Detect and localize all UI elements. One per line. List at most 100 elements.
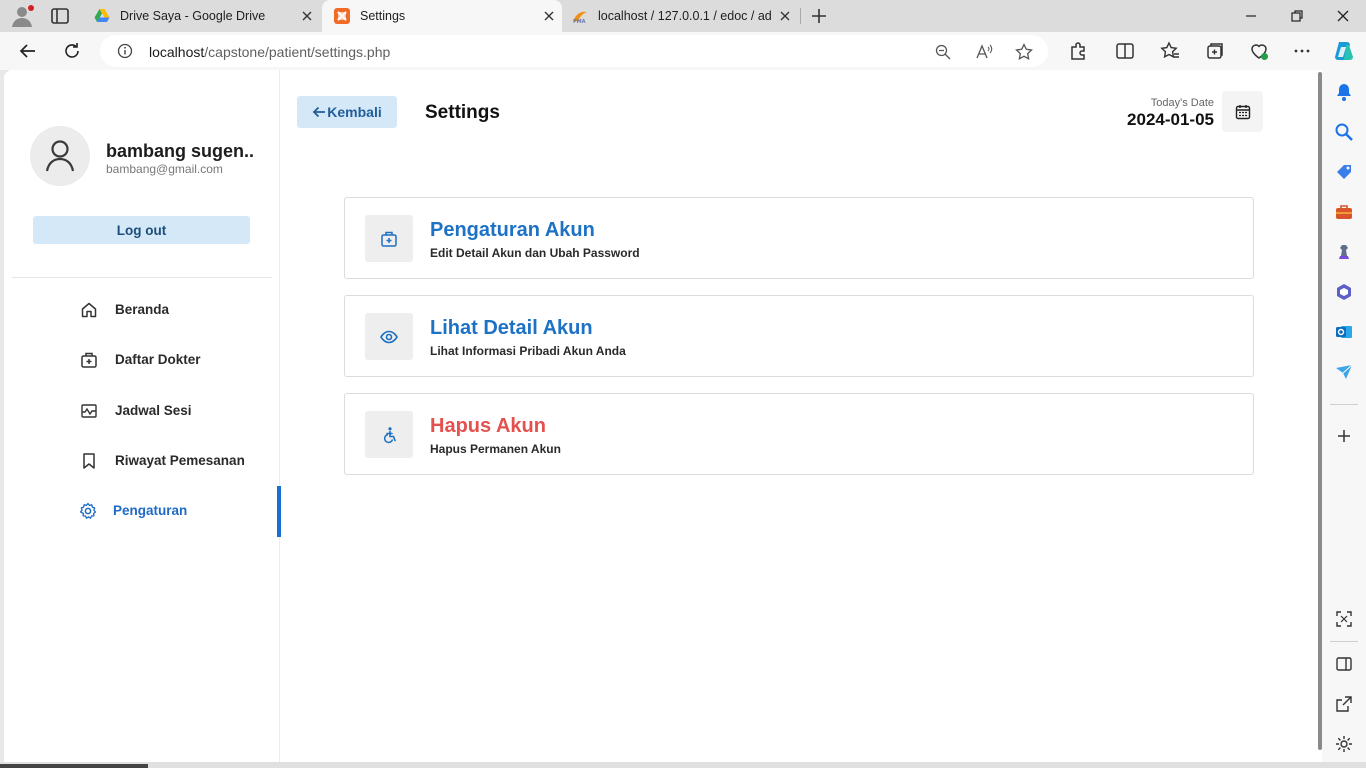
card-pengaturan-akun[interactable]: Pengaturan Akun Edit Detail Akun dan Uba… <box>344 197 1254 279</box>
menu-item-daftar-dokter[interactable]: Daftar Dokter <box>4 338 280 382</box>
copilot-icon[interactable] <box>1332 39 1356 63</box>
tab-title: Drive Saya - Google Drive <box>120 9 266 23</box>
site-info-icon[interactable] <box>117 43 133 59</box>
refresh-icon[interactable] <box>61 40 83 62</box>
taskbar-edge <box>0 764 148 768</box>
avatar <box>30 126 90 186</box>
accessibility-icon <box>383 426 396 443</box>
settings-gear-icon[interactable] <box>1334 734 1354 754</box>
sidebar-toggle-icon[interactable] <box>1334 654 1354 674</box>
calendar-icon <box>1235 104 1250 119</box>
medical-bag-icon <box>81 352 97 368</box>
user-name: bambang sugen.. <box>106 141 255 161</box>
back-arrow-icon[interactable] <box>17 40 39 62</box>
tab-settings[interactable]: Settings <box>322 0 562 32</box>
extensions-icon[interactable] <box>1067 40 1089 62</box>
bookmark-icon <box>83 453 95 469</box>
card-subtitle: Hapus Permanen Akun <box>430 442 561 456</box>
address-bar[interactable]: localhost/capstone/patient/settings.php <box>100 35 1048 67</box>
schedule-icon <box>81 404 97 418</box>
page-scrollbar-thumb[interactable] <box>1318 72 1322 750</box>
browser-tab-strip: Drive Saya - Google Drive Settings PMA l… <box>0 0 1366 32</box>
home-icon <box>81 302 97 318</box>
tools-briefcase-icon[interactable] <box>1334 202 1354 222</box>
svg-text:PMA: PMA <box>573 19 586 24</box>
close-window-icon[interactable] <box>1333 6 1353 26</box>
menu-item-label: Riwayat Pemesanan <box>115 453 245 468</box>
menu-divider <box>12 277 272 278</box>
sidebar-separator <box>1330 641 1358 642</box>
notification-bell-icon[interactable] <box>1334 82 1354 102</box>
arrow-left-icon <box>312 106 326 118</box>
sidebar-separator <box>1330 404 1358 405</box>
google-drive-icon <box>94 9 110 22</box>
menu-item-riwayat-pemesanan[interactable]: Riwayat Pemesanan <box>4 439 280 483</box>
side-menu: bambang sugen.. bambang@gmail.com Log ou… <box>4 70 281 762</box>
restore-icon[interactable] <box>1287 6 1307 26</box>
card-title: Lihat Detail Akun <box>430 317 593 339</box>
tab-actions-icon[interactable] <box>50 7 70 25</box>
user-icon <box>45 140 75 172</box>
card-lihat-detail-akun[interactable]: Lihat Detail Akun Lihat Informasi Pribad… <box>344 295 1254 377</box>
add-icon[interactable] <box>1334 426 1354 446</box>
read-aloud-icon[interactable] <box>975 43 993 61</box>
favorite-star-icon[interactable] <box>1015 43 1033 61</box>
games-chess-icon[interactable] <box>1334 242 1354 262</box>
card-icon-box <box>365 411 413 458</box>
logout-button[interactable]: Log out <box>33 216 250 244</box>
back-label: Kembali <box>327 104 382 120</box>
calendar-button[interactable] <box>1222 91 1263 132</box>
card-subtitle: Edit Detail Akun dan Ubah Password <box>430 246 640 260</box>
window-bottom-edge <box>0 762 1366 768</box>
new-tab-icon[interactable] <box>809 6 829 26</box>
send-plane-icon[interactable] <box>1334 362 1354 382</box>
card-subtitle: Lihat Informasi Pribadi Akun Anda <box>430 344 626 358</box>
browser-essentials-icon[interactable] <box>1248 40 1270 62</box>
more-options-icon[interactable] <box>1291 40 1313 62</box>
date-label: Today's Date <box>1150 97 1214 109</box>
collections-icon[interactable] <box>1204 40 1226 62</box>
profile-notification-dot <box>28 5 34 11</box>
menu-item-label: Beranda <box>115 302 170 317</box>
microsoft-365-icon[interactable] <box>1334 282 1354 302</box>
card-icon-box <box>365 313 413 360</box>
card-title: Pengaturan Akun <box>430 219 595 241</box>
search-icon[interactable] <box>1334 122 1354 142</box>
phpmyadmin-icon: PMA <box>573 11 587 24</box>
tab-google-drive[interactable]: Drive Saya - Google Drive <box>84 0 320 32</box>
tab-phpmyadmin[interactable]: PMA localhost / 127.0.0.1 / edoc / adr <box>564 0 798 32</box>
card-hapus-akun[interactable]: Hapus Akun Hapus Permanen Akun <box>344 393 1254 475</box>
web-page: bambang sugen.. bambang@gmail.com Log ou… <box>4 70 1318 762</box>
user-email: bambang@gmail.com <box>106 162 223 176</box>
tab-separator <box>800 8 801 24</box>
outlook-icon[interactable] <box>1334 322 1354 342</box>
screenshot-icon[interactable] <box>1334 609 1354 629</box>
menu-item-pengaturan[interactable]: Pengaturan <box>4 486 281 537</box>
split-screen-icon[interactable] <box>1114 40 1136 62</box>
close-tab-icon[interactable] <box>300 9 314 23</box>
url-path: /capstone/patient/settings.php <box>204 44 391 60</box>
xampp-icon <box>334 8 350 24</box>
menu-item-beranda[interactable]: Beranda <box>4 288 280 332</box>
card-title: Hapus Akun <box>430 415 546 437</box>
menu-item-label: Pengaturan <box>113 503 188 518</box>
zoom-out-icon[interactable] <box>934 43 952 61</box>
shopping-tag-icon[interactable] <box>1334 162 1354 182</box>
favorites-icon[interactable] <box>1159 40 1181 62</box>
page-title: Settings <box>425 102 500 123</box>
url-host: localhost <box>149 44 205 60</box>
tab-title: Settings <box>360 9 406 23</box>
browser-sidebar <box>1322 70 1366 768</box>
menu-item-jadwal-sesi[interactable]: Jadwal Sesi <box>4 389 280 433</box>
date-value: 2024-01-05 <box>1127 110 1214 129</box>
gear-icon <box>79 502 97 519</box>
external-link-icon[interactable] <box>1334 694 1354 714</box>
active-indicator <box>277 486 281 537</box>
back-button[interactable]: Kembali <box>297 96 397 128</box>
minimize-icon[interactable] <box>1241 6 1261 26</box>
close-tab-icon[interactable] <box>542 9 556 23</box>
card-icon-box <box>365 215 413 262</box>
close-tab-icon[interactable] <box>778 9 792 23</box>
eye-icon <box>380 330 398 343</box>
url-text: localhost/capstone/patient/settings.php <box>149 44 390 60</box>
